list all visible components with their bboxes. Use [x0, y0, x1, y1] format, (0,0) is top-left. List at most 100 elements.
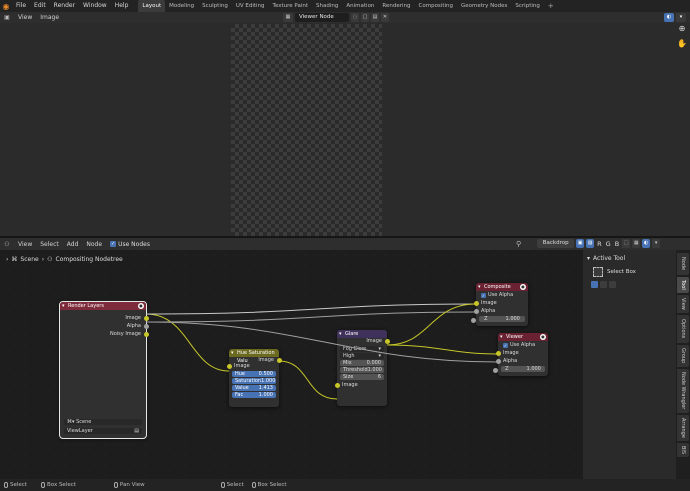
menu-window[interactable]: Window [79, 0, 111, 12]
tab-geometry-nodes[interactable]: Geometry Nodes [457, 0, 511, 12]
zoom-icon[interactable]: ⊕ [676, 24, 688, 33]
node-editor-type-icon[interactable]: ⚇ [0, 239, 14, 250]
sidebar-tab-node-wrangler[interactable]: Node Wrangler [677, 369, 689, 413]
node-canvas[interactable]: › ⌘ Scene › ⚇ Compositing Nodetree ▾ Ren… [0, 250, 583, 479]
overlay-toggle-icon[interactable]: ◐ [642, 239, 651, 248]
channel-r-button[interactable]: R [596, 240, 603, 248]
viewlayer-field[interactable]: ViewLayer ▤ [64, 428, 142, 434]
open-image-icon[interactable]: ▤ [371, 13, 379, 22]
unlink-image-icon[interactable]: ✕ [381, 13, 389, 22]
backdrop-alpha-icon[interactable]: ▨ [586, 239, 595, 248]
fake-user-icon[interactable]: ◌ [351, 13, 359, 22]
use-alpha-checkbox[interactable]: ✓ [481, 292, 486, 298]
collapse-arrow-icon[interactable]: ▾ [339, 330, 342, 338]
socket-hue-in[interactable] [226, 364, 232, 369]
menu-edit[interactable]: Edit [30, 0, 50, 12]
composite-z-field[interactable]: Z 1.000 [479, 316, 525, 322]
viewer-render-icon[interactable]: ● [540, 334, 546, 340]
tab-rendering[interactable]: Rendering [378, 0, 414, 12]
viewer-header[interactable]: ▾ Viewer ● [498, 333, 548, 341]
composite-render-icon[interactable]: ● [520, 284, 526, 290]
editor-type-icon[interactable]: ▣ [0, 12, 14, 23]
sidebar-tab-view[interactable]: View [677, 295, 689, 313]
select-box-icon[interactable] [593, 267, 603, 277]
socket-image-out[interactable] [143, 315, 149, 321]
tab-texture-paint[interactable]: Texture Paint [269, 0, 313, 12]
use-nodes-toggle[interactable]: ✓ Use Nodes [110, 241, 150, 248]
value-field[interactable]: Value 1.413 [232, 385, 276, 391]
sidebar-tab-options[interactable]: Options [677, 315, 689, 343]
tab-modeling[interactable]: Modeling [165, 0, 198, 12]
pin-icon[interactable]: ⚲ [516, 240, 521, 248]
image-menu-image[interactable]: Image [36, 12, 63, 23]
viewer-z-field[interactable]: Z 1.000 [501, 366, 545, 372]
overlay-dropdown-icon[interactable]: ▾ [652, 239, 661, 248]
fac-field[interactable]: Fac 1.000 [232, 392, 276, 398]
mode-new-icon[interactable] [591, 281, 598, 288]
sidebar-tab-node[interactable]: Node [677, 253, 689, 275]
image-browse-icon[interactable]: ▦ [283, 13, 293, 22]
render-layers-header[interactable]: ▾ Render Layers ● [60, 302, 146, 310]
node-menu-select[interactable]: Select [36, 239, 63, 250]
sidebar-tab-arrange[interactable]: Arrange [677, 415, 689, 441]
tab-layout[interactable]: Layout [138, 0, 166, 12]
hue-field[interactable]: Hue 0.500 [232, 371, 276, 377]
node-menu-node[interactable]: Node [82, 239, 106, 250]
tab-animation[interactable]: Animation [342, 0, 378, 12]
collapse-arrow-icon[interactable]: ▾ [478, 283, 481, 291]
pan-hand-icon[interactable]: ✋ [676, 39, 688, 48]
composite-node[interactable]: ▾ Composite ● ✓ Use Alpha Image Alpha Z 1.… [470, 283, 528, 326]
image-name-field[interactable]: Viewer Node [295, 13, 349, 22]
glare-header[interactable]: ▾ Glare [337, 330, 387, 338]
render-icon[interactable]: ● [138, 303, 144, 309]
node-menu-view[interactable]: View [14, 239, 36, 250]
socket-viewer-z[interactable] [492, 367, 498, 373]
sidebar-tab-bis[interactable]: BIS [677, 443, 689, 457]
new-image-icon[interactable]: ▢ [361, 13, 369, 22]
socket-viewer-alpha[interactable] [495, 358, 501, 364]
socket-noisy-out[interactable] [143, 331, 149, 337]
glare-quality-dropdown[interactable]: High ▾ [340, 353, 384, 359]
socket-composite-z[interactable] [470, 317, 476, 323]
menu-file[interactable]: File [12, 0, 30, 12]
viewer-alpha-checkbox[interactable]: ✓ [503, 342, 508, 348]
display-channels-icon[interactable]: ▾ [676, 13, 686, 22]
viewer-use-alpha[interactable]: ✓ Use Alpha [498, 341, 548, 349]
channel-b-button[interactable]: B [614, 240, 620, 248]
mode-subtract-icon[interactable] [609, 281, 616, 288]
collapse-arrow-icon[interactable]: ▾ [231, 349, 234, 357]
composite-use-alpha[interactable]: ✓ Use Alpha [476, 291, 528, 299]
image-canvas-checkerboard[interactable] [231, 24, 382, 236]
render-layers-node[interactable]: ▾ Render Layers ● Image Alpha Noisy Imag… [59, 301, 149, 439]
threshold-field[interactable]: Threshold 1.000 [340, 367, 384, 373]
glare-type-dropdown[interactable]: Fog Glow ▾ [340, 346, 384, 352]
active-tool-row[interactable]: Select Box [583, 267, 676, 277]
socket-composite-image[interactable] [473, 300, 479, 306]
tab-uv-editing[interactable]: UV Editing [232, 0, 269, 12]
channel-g-button[interactable]: G [605, 240, 612, 248]
backdrop-button[interactable]: Backdrop [537, 239, 575, 248]
use-nodes-checkbox[interactable]: ✓ [110, 241, 117, 247]
backdrop-grid-icon[interactable]: ▦ [632, 239, 641, 248]
backdrop-image-icon[interactable]: ▣ [576, 239, 585, 248]
image-menu-view[interactable]: View [14, 12, 36, 23]
active-tool-header[interactable]: ▾ Active Tool [583, 253, 676, 263]
tab-compositing[interactable]: Compositing [415, 0, 457, 12]
socket-viewer-image[interactable] [495, 350, 501, 356]
backdrop-fit-icon[interactable]: ⬚ [622, 239, 631, 248]
socket-hue-out[interactable] [276, 357, 282, 363]
add-workspace-button[interactable]: + [544, 0, 558, 12]
mode-extend-icon[interactable] [600, 281, 607, 288]
socket-glare-out[interactable] [384, 339, 390, 344]
gizmo-toggle-icon[interactable]: ◐ [664, 13, 674, 22]
socket-alpha-out[interactable] [143, 323, 149, 329]
hue-saturation-node[interactable]: ▾ Hue Saturation Valu Image Image Hue 0.5… [226, 349, 282, 407]
size-field[interactable]: Size 6 [340, 374, 384, 380]
collapse-arrow-icon[interactable]: ▾ [62, 302, 65, 310]
hue-sat-header[interactable]: ▾ Hue Saturation Valu [229, 349, 279, 364]
tab-scripting[interactable]: Scripting [511, 0, 543, 12]
sidebar-tab-tool[interactable]: Tool [677, 277, 689, 293]
collapse-arrow-icon[interactable]: ▾ [500, 333, 503, 341]
collapse-chevron-icon[interactable]: › [6, 256, 8, 263]
node-menu-add[interactable]: Add [63, 239, 83, 250]
